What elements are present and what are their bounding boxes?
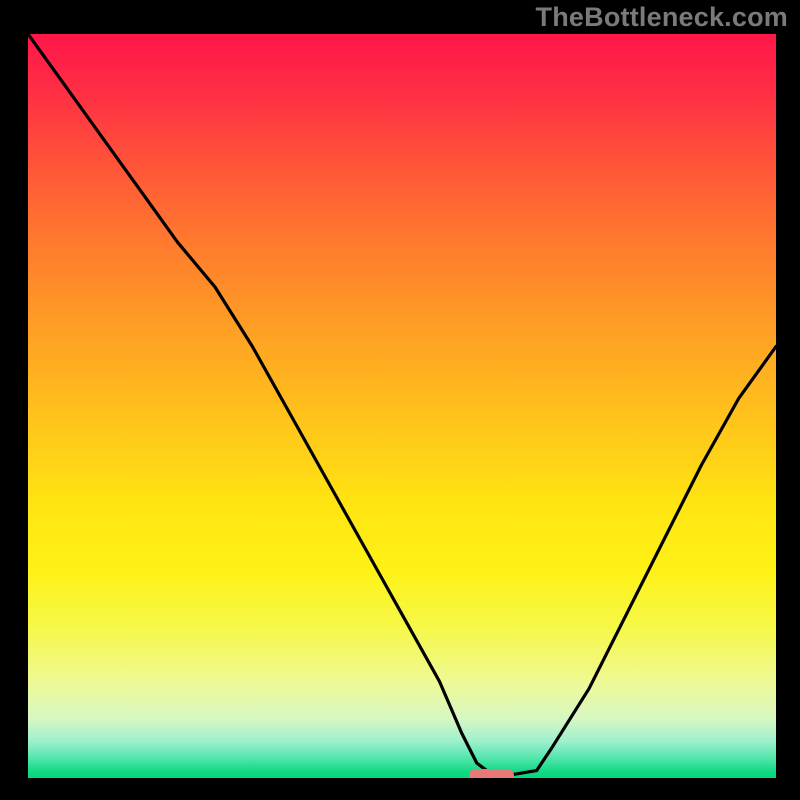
watermark-text: TheBottleneck.com [536, 2, 788, 33]
plot-area [28, 34, 776, 778]
chart-frame: TheBottleneck.com [0, 0, 800, 800]
bottleneck-curve [28, 34, 776, 778]
optimal-marker [469, 769, 514, 778]
